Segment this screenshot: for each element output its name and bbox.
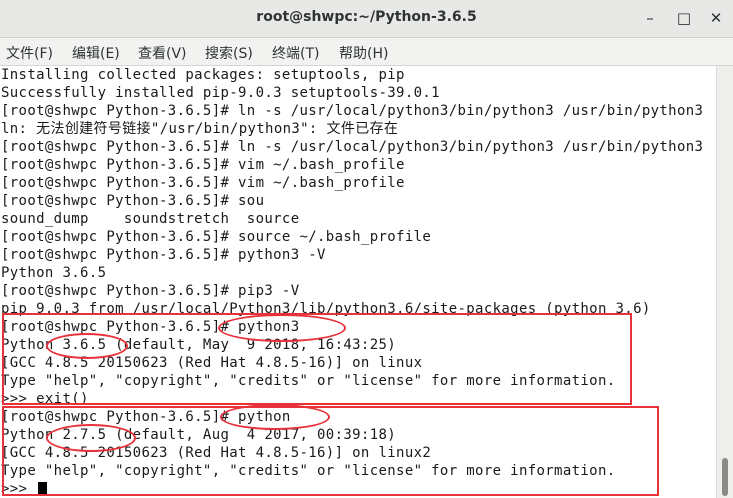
menu-search[interactable]: 搜索(S) [205,43,253,63]
version-365-highlight-oval [46,333,128,359]
version-275-highlight-oval [46,424,136,452]
terminal-line: Python 3.6.5 [1,265,107,281]
terminal-line: [root@shwpc Python-3.6.5]# vim ~/.bash_p… [1,157,405,173]
python-command-highlight-oval [220,404,330,430]
terminal-line: [root@shwpc Python-3.6.5]# sou [1,193,265,209]
terminal-line: [root@shwpc Python-3.6.5]# ln -s /usr/lo… [1,139,704,155]
terminal-line: ln: 无法创建符号链接"/usr/bin/python3": 文件已存在 [1,121,399,137]
terminal-line: [root@shwpc Python-3.6.5]# source ~/.bas… [1,229,432,245]
menu-file[interactable]: 文件(F) [6,43,53,63]
terminal-line: [root@shwpc Python-3.6.5]# pip3 -V [1,283,300,299]
terminal-line: Installing collected packages: setuptool… [1,67,405,83]
menu-bar: 文件(F) 编辑(E) 查看(V) 搜索(S) 终端(T) 帮助(H) [0,38,733,66]
terminal-line: [root@shwpc Python-3.6.5]# python3 -V [1,247,326,263]
window-title: root@shwpc:~/Python-3.6.5 [256,9,477,25]
menu-edit[interactable]: 编辑(E) [72,43,120,63]
menu-view[interactable]: 查看(V) [138,43,187,63]
menu-terminal[interactable]: 终端(T) [272,43,319,63]
terminal-scrollbar[interactable] [716,66,733,498]
python3-command-highlight-oval [218,314,346,342]
scrollbar-thumb[interactable] [722,458,728,496]
terminal-line: Successfully installed pip-9.0.3 setupto… [1,85,440,101]
window-titlebar[interactable]: root@shwpc:~/Python-3.6.5 – □ ✕ [0,0,733,38]
terminal-line: [root@shwpc Python-3.6.5]# vim ~/.bash_p… [1,175,405,191]
minimize-icon[interactable]: – [639,8,661,30]
terminal-line: [root@shwpc Python-3.6.5]# ln -s /usr/lo… [1,103,704,119]
close-icon[interactable]: ✕ [705,8,727,30]
maximize-icon[interactable]: □ [673,8,695,30]
terminal-line: sound_dump soundstretch source [1,211,300,227]
menu-help[interactable]: 帮助(H) [339,43,388,63]
